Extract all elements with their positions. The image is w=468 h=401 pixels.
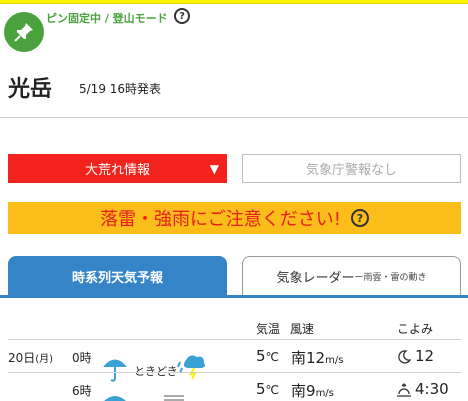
jma-warning-button[interactable]: 気象庁警報なし xyxy=(242,154,461,183)
pin-button[interactable] xyxy=(4,12,44,52)
day-label: 20日(月) xyxy=(8,349,53,366)
thunder-rain-icon xyxy=(177,355,205,380)
alert-help-icon[interactable]: ? xyxy=(350,209,369,227)
umbrella-icon xyxy=(103,359,127,382)
alert-text: 落雷・強雨にご注意ください! xyxy=(100,209,341,230)
sunrise-icon xyxy=(397,383,411,397)
row-hour: 6時 xyxy=(72,384,92,398)
header-temp: 気温 xyxy=(256,322,281,336)
temp-unit: ℃ xyxy=(265,383,280,397)
issued-time: 5/19 16時発表 xyxy=(79,82,162,96)
storm-info-button[interactable]: 大荒れ情報 ▼ xyxy=(8,154,227,183)
almanac-value: 4:30 xyxy=(415,380,449,398)
weekday-text: (月) xyxy=(35,354,54,365)
help-icon[interactable]: ? xyxy=(174,8,190,24)
chevron-down-icon: ▼ xyxy=(209,162,219,176)
divider xyxy=(0,117,468,118)
wind-unit: m/s xyxy=(325,355,344,366)
tab-radar-label: 気象レーダー xyxy=(276,270,355,286)
weather-text: ときどき xyxy=(134,365,178,378)
row-divider xyxy=(8,339,461,340)
top-warning-bar xyxy=(0,0,468,4)
pin-icon xyxy=(14,23,33,42)
almanac-value: 12 xyxy=(415,347,435,365)
wind-value: 南12m/s xyxy=(291,347,343,368)
row-hour: 0時 xyxy=(72,351,92,365)
wind-unit: m/s xyxy=(315,388,334,399)
pin-status-text: ピン固定中 / 登山モード xyxy=(46,12,168,25)
moon-icon xyxy=(398,350,411,364)
umbrella-icon xyxy=(104,396,126,401)
storm-info-label: 大荒れ情報 xyxy=(84,163,150,178)
header-wind: 風速 xyxy=(290,322,315,336)
temp-number: 5 xyxy=(256,347,266,365)
temp-value: 5℃ xyxy=(256,380,279,398)
page-title: 光岳 xyxy=(8,77,53,102)
header-almanac: こよみ xyxy=(397,322,434,336)
tab-underline xyxy=(0,295,468,298)
temp-unit: ℃ xyxy=(265,350,280,364)
thunder-alert-banner[interactable]: 落雷・強雨にご注意ください! ? xyxy=(8,202,461,234)
wind-value: 南9m/s xyxy=(291,380,334,401)
row-divider xyxy=(8,372,461,373)
wind-speed: 12 xyxy=(306,349,326,367)
tab-radar[interactable]: 気象レーダー ー雨雲・雷の動き xyxy=(242,256,461,295)
fog-icon xyxy=(164,395,184,401)
wind-dir: 南 xyxy=(291,349,307,367)
tab-forecast[interactable]: 時系列天気予報 xyxy=(8,256,227,297)
wind-speed: 9 xyxy=(306,382,316,400)
day-text: 20日 xyxy=(8,351,36,365)
wind-dir: 南 xyxy=(291,382,307,400)
temp-number: 5 xyxy=(256,380,266,398)
tab-radar-sub: ー雨雲・雷の動き xyxy=(354,272,427,283)
temp-value: 5℃ xyxy=(256,347,279,365)
